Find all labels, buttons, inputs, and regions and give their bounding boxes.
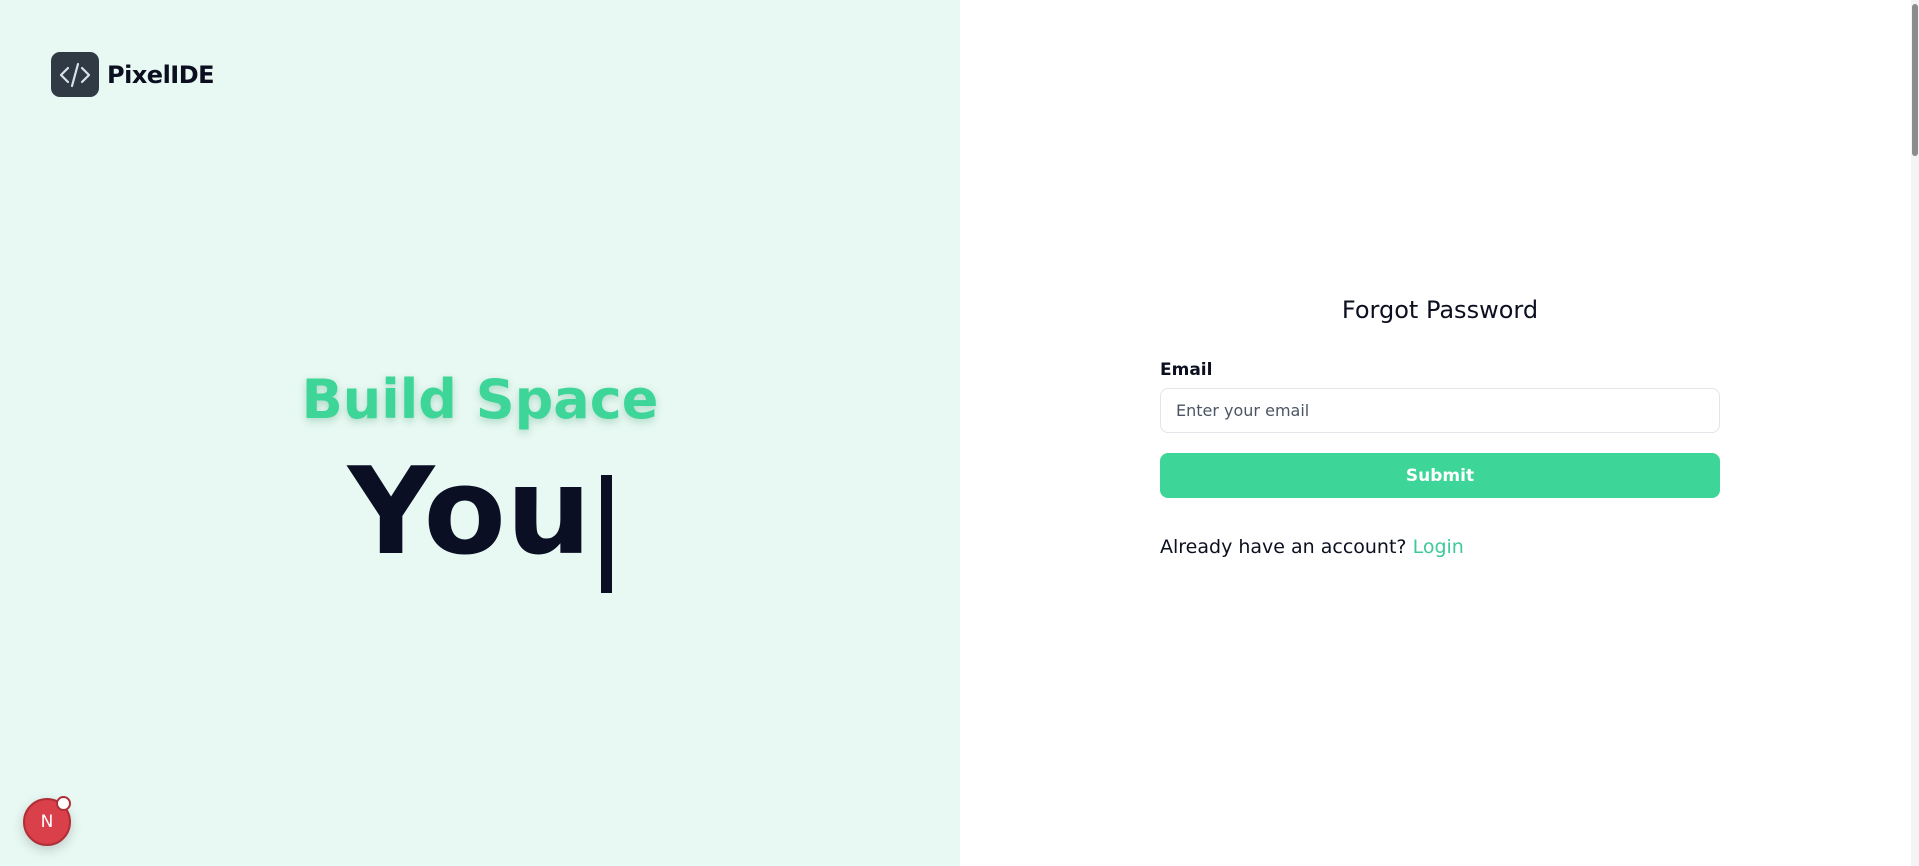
typing-cursor — [601, 475, 613, 593]
login-prompt-text: Already have an account? — [1160, 536, 1413, 558]
form-panel: Forgot Password Email Submit Already hav… — [960, 0, 1919, 866]
hero-panel: PixelIDE Build Space You N — [0, 0, 960, 866]
scrollbar-thumb[interactable] — [1912, 4, 1918, 156]
badge-notification-dot — [56, 796, 71, 811]
page: PixelIDE Build Space You N Forgot Passwo… — [0, 0, 1919, 866]
forgot-password-form: Forgot Password Email Submit Already hav… — [1160, 296, 1720, 558]
dev-tools-badge[interactable]: N — [23, 796, 71, 846]
badge-letter: N — [40, 812, 54, 832]
email-label: Email — [1160, 360, 1213, 380]
hero-typed-text: You — [347, 443, 613, 593]
brand-name: PixelIDE — [107, 60, 215, 89]
submit-button[interactable]: Submit — [1160, 453, 1720, 498]
login-link[interactable]: Login — [1413, 536, 1464, 558]
login-prompt-row: Already have an account? Login — [1160, 536, 1720, 558]
form-title: Forgot Password — [1341, 296, 1539, 324]
hero-tagline: Build Space — [301, 368, 659, 431]
email-input[interactable] — [1160, 388, 1720, 433]
brand[interactable]: PixelIDE — [51, 52, 215, 97]
hero: Build Space You — [0, 368, 960, 593]
code-brackets-icon — [51, 52, 99, 97]
scrollbar[interactable] — [1911, 0, 1919, 866]
hero-typed-word: You — [347, 443, 592, 582]
